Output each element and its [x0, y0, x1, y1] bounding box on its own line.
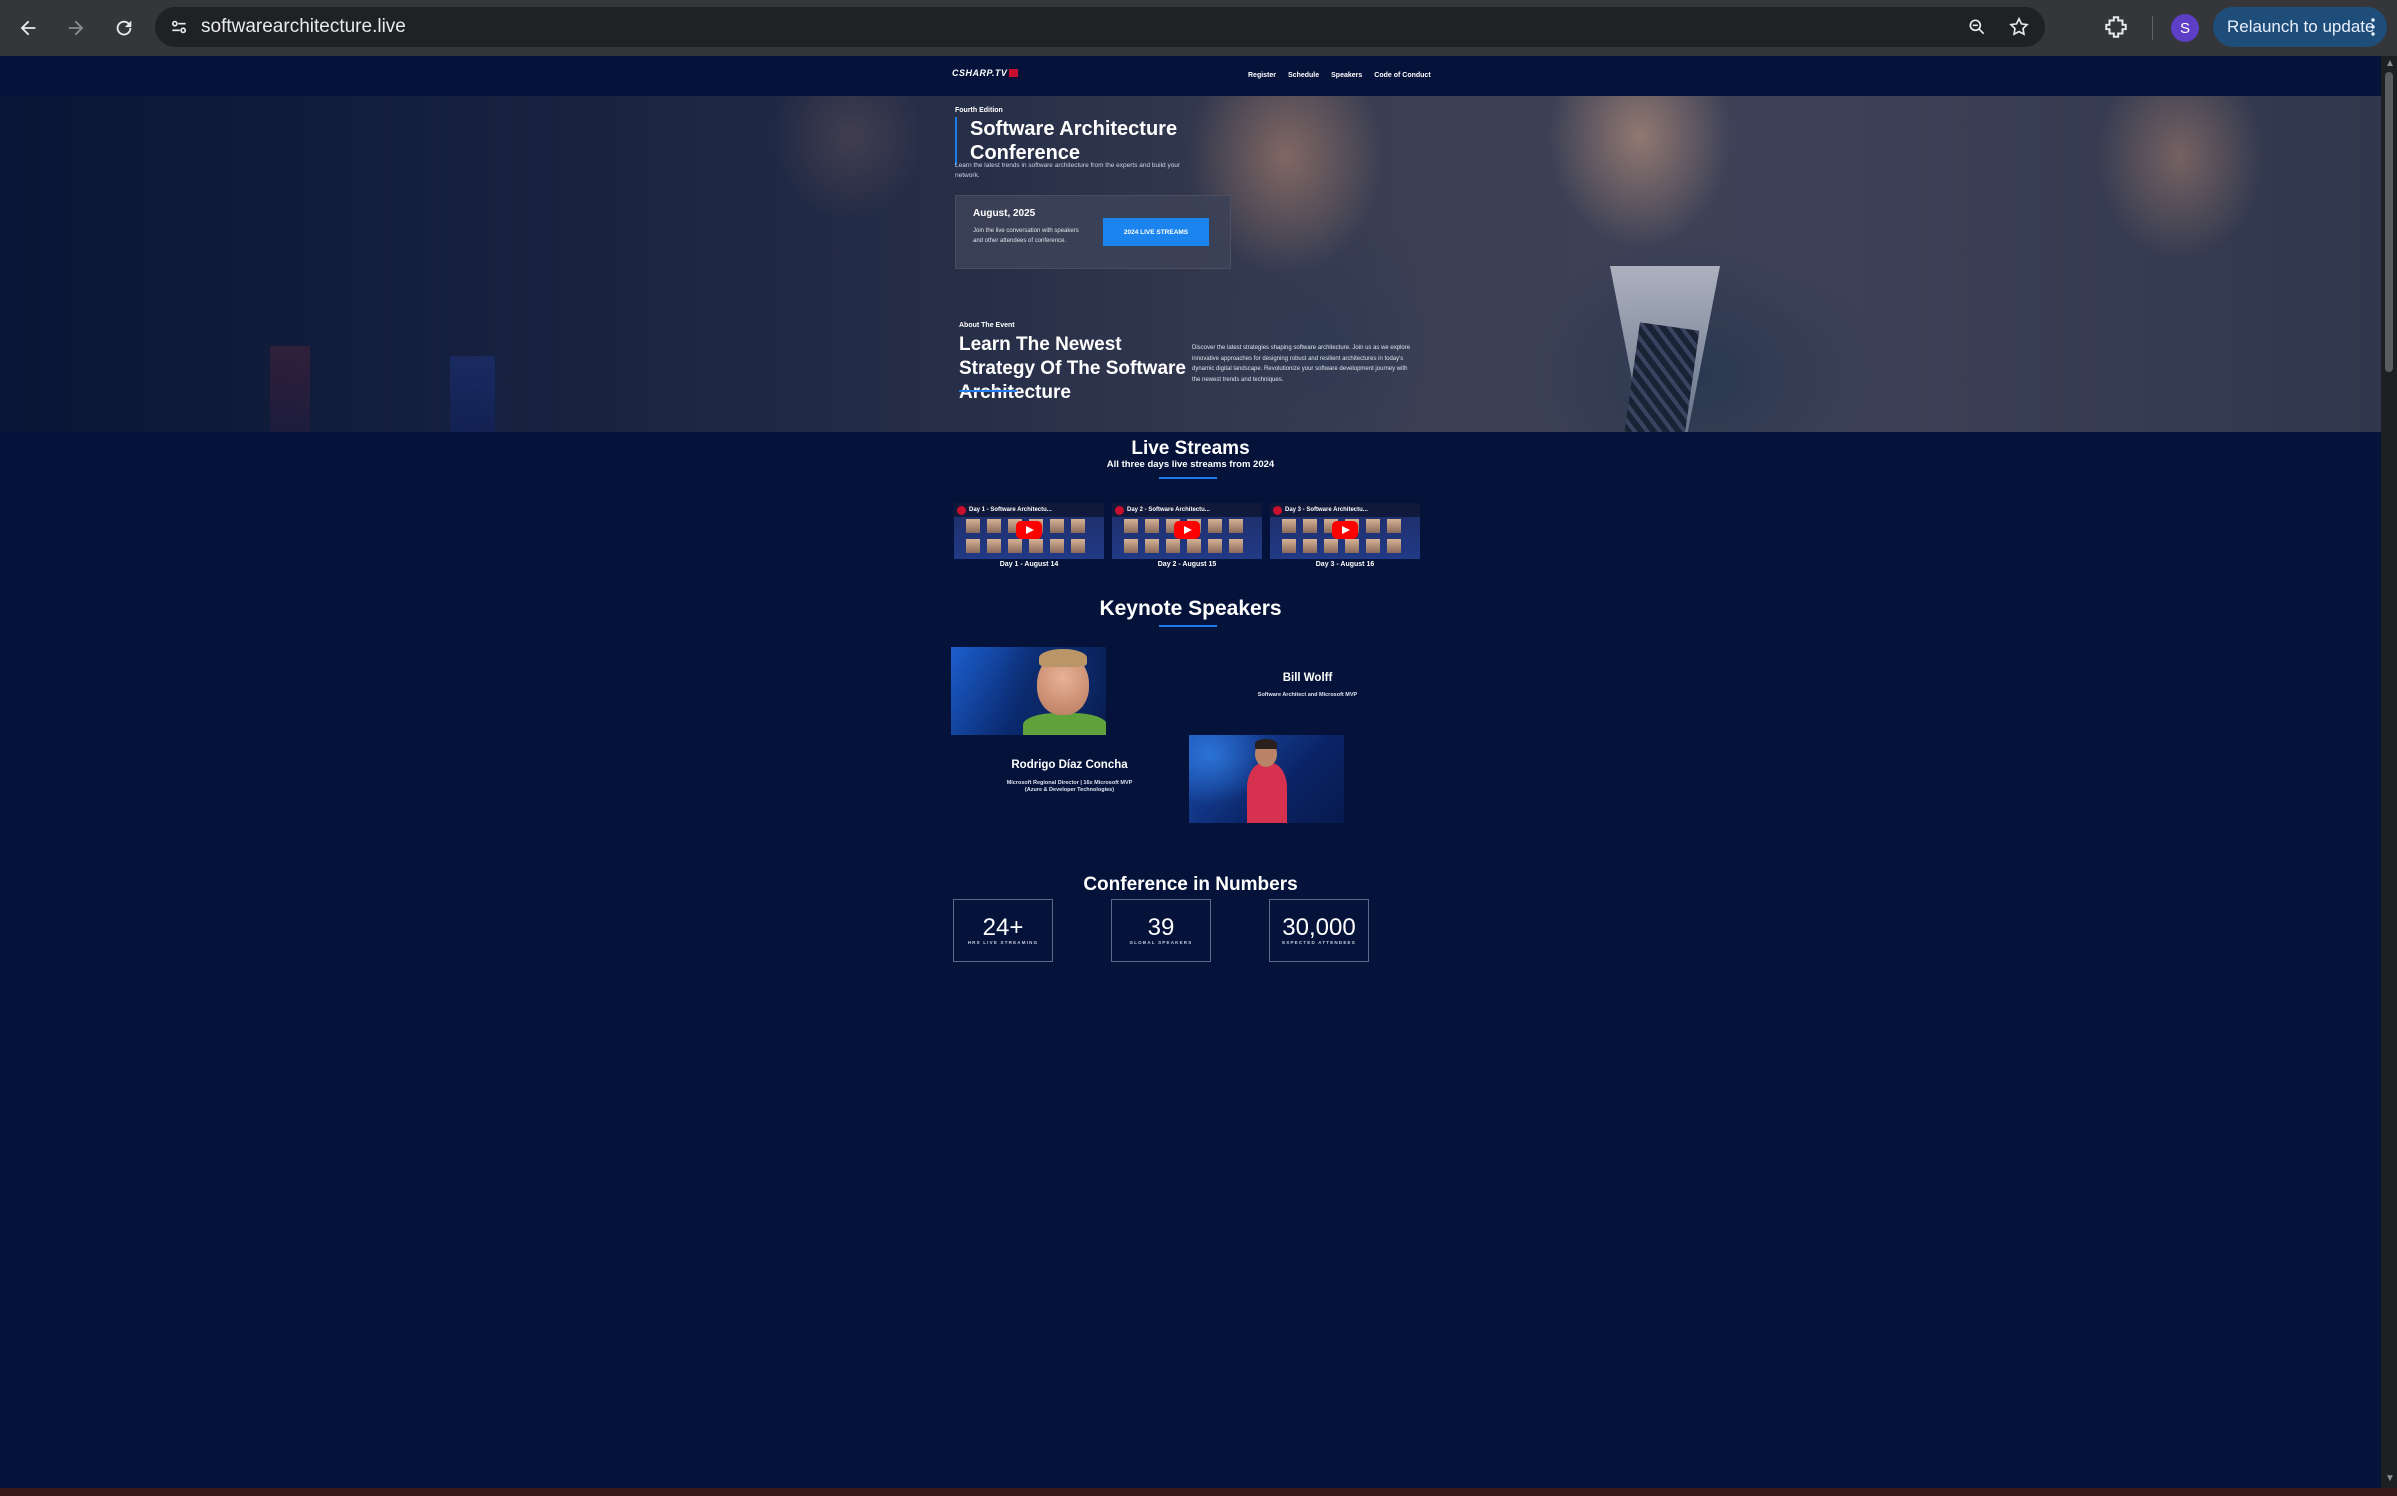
hero-edition: Fourth Edition: [955, 107, 1003, 114]
stat-value: 24+: [982, 914, 1024, 941]
video-label-day-3: Day 3 - August 16: [1315, 561, 1375, 568]
video-title: Day 3 - Software Architectu...: [1285, 507, 1368, 513]
live-streams-button[interactable]: 2024 LIVE STREAMS: [1103, 218, 1209, 246]
scrollbar-thumb[interactable]: [2385, 72, 2393, 372]
forward-button[interactable]: [56, 8, 96, 48]
reload-button[interactable]: [104, 8, 144, 48]
channel-avatar: [1115, 506, 1124, 515]
speaker-name: Bill Wolff: [1282, 672, 1333, 684]
site-logo[interactable]: CSHARP.TV: [952, 68, 1019, 78]
zoom-icon[interactable]: [1965, 15, 1989, 39]
reload-icon: [116, 20, 132, 36]
relaunch-button[interactable]: Relaunch to update: [2213, 7, 2387, 47]
youtube-play-icon[interactable]: [1332, 521, 1358, 539]
nav-speakers[interactable]: Speakers: [1331, 72, 1362, 79]
video-thumbnail-day-1[interactable]: Day 1 - Software Architectu...: [954, 503, 1104, 559]
video-label-day-1: Day 1 - August 14: [999, 561, 1059, 568]
numbers-title: Conference in Numbers: [1083, 874, 1298, 895]
canada-flag-icon: [1009, 69, 1019, 77]
keynote-underline: [1159, 625, 1217, 627]
stat-value: 39: [1147, 914, 1175, 941]
relaunch-label: Relaunch to update: [2227, 17, 2375, 36]
about-underline: [959, 390, 1017, 392]
video-thumbnail-day-3[interactable]: Day 3 - Software Architectu...: [1270, 503, 1420, 559]
logo-text: CSHARP.TV: [952, 68, 1008, 78]
site-header: CSHARP.TV Register Schedule Speakers Cod…: [0, 56, 2381, 96]
main-nav: Register Schedule Speakers Code of Condu…: [1248, 72, 1431, 79]
live-streams-underline: [1159, 477, 1217, 479]
channel-avatar: [1273, 506, 1282, 515]
address-bar[interactable]: softwarearchitecture.live: [155, 7, 2045, 47]
video-thumbnail-day-2[interactable]: Day 2 - Software Architectu...: [1112, 503, 1262, 559]
video-title: Day 1 - Software Architectu...: [969, 507, 1052, 513]
stat-value: 30,000: [1282, 914, 1356, 941]
youtube-play-icon[interactable]: [1016, 521, 1042, 539]
keynote-title: Keynote Speakers: [1099, 597, 1282, 620]
stat-speakers: 39 GLOBAL SPEAKERS: [1111, 899, 1211, 962]
more-menu-icon: [2371, 18, 2375, 36]
toolbar-divider: [2152, 16, 2153, 40]
nav-register[interactable]: Register: [1248, 72, 1276, 79]
live-streams-title: Live Streams: [1131, 438, 1250, 459]
live-streams-subtitle: All three days live streams from 2024: [1106, 459, 1275, 470]
channel-avatar: [957, 506, 966, 515]
scroll-down-arrow-icon[interactable]: ▼: [2385, 1473, 2395, 1484]
stat-label: GLOBAL SPEAKERS: [1129, 940, 1193, 945]
speaker-role: Microsoft Regional Director | 16x Micros…: [1006, 780, 1133, 793]
bookmark-star-icon[interactable]: [2007, 15, 2031, 39]
speaker-name: Rodrigo Díaz Concha: [1011, 759, 1128, 771]
bottom-strip: [0, 1488, 2397, 1496]
stat-attendees: 30,000 EXPECTED ATTENDEES: [1269, 899, 1369, 962]
hero-text: Learn the latest trends in software arch…: [955, 162, 1181, 179]
youtube-play-icon[interactable]: [1174, 521, 1200, 539]
speaker-photo-bill-wolff[interactable]: [951, 647, 1106, 735]
forward-arrow-icon: [68, 20, 84, 36]
page-viewport: CSHARP.TV Register Schedule Speakers Cod…: [0, 56, 2381, 1488]
scroll-up-arrow-icon[interactable]: ▲: [2385, 58, 2395, 69]
profile-avatar[interactable]: S: [2171, 14, 2199, 42]
event-card: August, 2025 Join the live conversation …: [955, 195, 1231, 269]
stat-label: EXPECTED ATTENDEES: [1282, 940, 1356, 945]
extensions-icon[interactable]: [2103, 14, 2129, 40]
video-label-day-2: Day 2 - August 15: [1157, 561, 1217, 568]
event-date: August, 2025: [973, 208, 1036, 219]
nav-schedule[interactable]: Schedule: [1288, 72, 1319, 79]
back-arrow-icon: [20, 20, 36, 36]
stat-label: HRS LIVE STREAMING: [967, 940, 1039, 945]
site-info-icon[interactable]: [167, 15, 191, 39]
hero-title: Software Architecture Conference: [955, 117, 1195, 165]
back-button[interactable]: [8, 8, 48, 48]
about-text: Discover the latest strategies shaping s…: [1192, 345, 1411, 383]
about-title: Learn The Newest Strategy Of The Softwar…: [959, 334, 1186, 403]
stat-streaming: 24+ HRS LIVE STREAMING: [953, 899, 1053, 962]
page-scrollbar[interactable]: ▲ ▼: [2381, 56, 2397, 1488]
nav-code-of-conduct[interactable]: Code of Conduct: [1374, 72, 1430, 79]
speaker-role: Software Architect and Microsoft MVP: [1257, 692, 1358, 698]
about-eyebrow: About The Event: [959, 322, 1015, 329]
browser-toolbar: softwarearchitecture.live S Relaunch to …: [0, 0, 2397, 56]
url-text[interactable]: softwarearchitecture.live: [201, 16, 406, 38]
video-title: Day 2 - Software Architectu...: [1127, 507, 1210, 513]
speaker-photo-rodrigo-diaz-concha[interactable]: [1189, 735, 1344, 823]
event-description: Join the live conversation with speakers…: [973, 228, 1079, 244]
